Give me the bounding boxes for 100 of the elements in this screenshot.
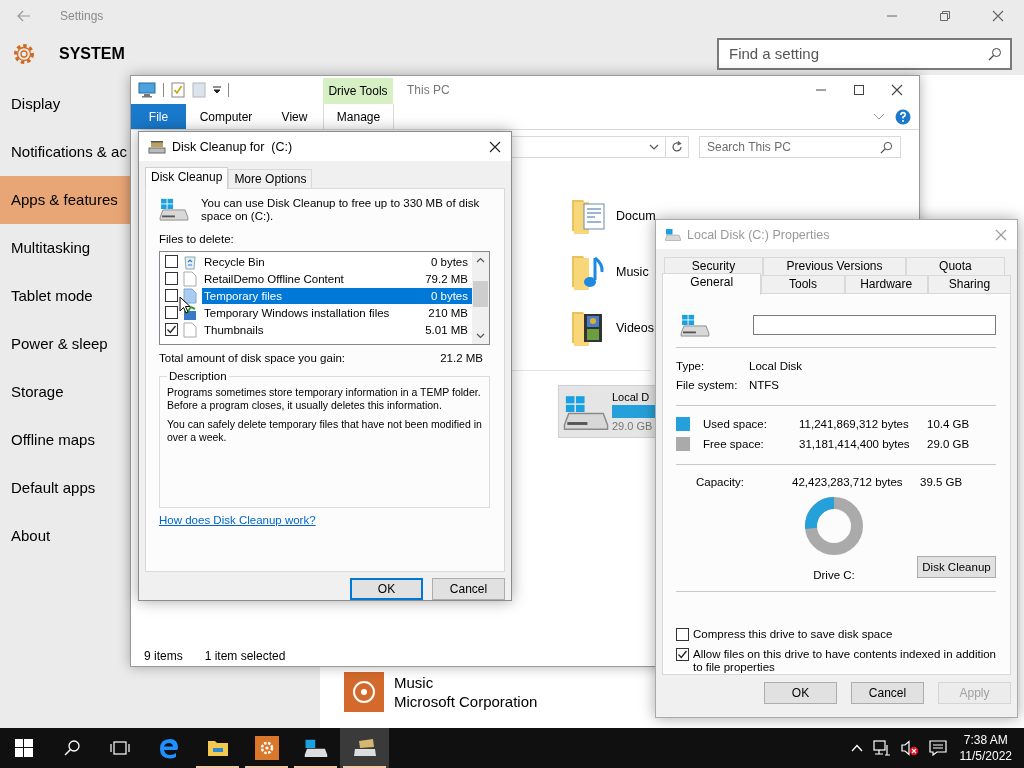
window-title: This PC [407, 83, 450, 97]
description-text: You can safely delete temporary files that have not been modified in over a week. [167, 418, 482, 444]
checkbox[interactable] [165, 289, 178, 302]
scrollbar[interactable] [472, 252, 489, 344]
nav-item[interactable]: Multitasking [0, 224, 130, 272]
nav-item[interactable]: Display [0, 80, 130, 128]
window-title: Settings [60, 9, 104, 23]
checkbox[interactable] [676, 648, 689, 662]
folder-icon [206, 739, 229, 757]
nav-item[interactable]: Default apps [0, 464, 130, 512]
nav-item[interactable]: Notifications & ac [0, 128, 130, 176]
dialog-title: Disk Cleanup for (C:) [172, 139, 293, 154]
windows-logo-icon [15, 739, 33, 757]
folder-name[interactable]: Music [616, 265, 649, 279]
list-item[interactable]: Thumbnails 5.01 MB [202, 321, 472, 338]
tab[interactable]: Sharing [927, 275, 1011, 293]
capacity-label: Capacity: [696, 476, 745, 489]
disk-cleanup-button[interactable]: Disk Cleanup [917, 556, 996, 579]
recycle-bin-icon [183, 253, 197, 270]
tab[interactable]: Quota [905, 257, 1005, 275]
close-icon[interactable] [489, 140, 501, 153]
help-icon[interactable] [895, 108, 911, 125]
dialog-button[interactable]: Cancel [432, 578, 505, 600]
drive-icon [159, 197, 189, 221]
checkbox[interactable] [165, 272, 178, 285]
checkbox[interactable] [676, 628, 689, 642]
checkbox[interactable] [165, 255, 178, 268]
total-label: Total amount of disk space you gain: [159, 352, 346, 364]
option-label: Compress this drive to save disk space [693, 628, 893, 642]
search-icon [64, 740, 80, 756]
tab[interactable]: Tools [761, 275, 845, 293]
list-item[interactable]: Temporary files 0 bytes [202, 287, 472, 304]
app-publisher: Microsoft Corporation [394, 693, 538, 710]
maximize-icon[interactable] [853, 84, 865, 96]
folder-name[interactable]: Docum [616, 209, 656, 223]
nav-item[interactable]: About [0, 512, 130, 560]
intro-text: You can use Disk Cleanup to free up to 330 MB of disk space on (C:). [201, 197, 481, 223]
mouse-cursor-icon [179, 296, 191, 314]
capacity-bytes: 42,423,283,712 bytes [792, 476, 904, 489]
file-tab[interactable]: File [131, 104, 186, 129]
section-title: SYSTEM [59, 44, 125, 63]
tab[interactable]: Hardware [844, 275, 928, 293]
nav-item[interactable]: Tablet mode [0, 272, 130, 320]
music-app-icon [344, 672, 384, 712]
list-item[interactable]: Recycle Bin 0 bytes [202, 253, 472, 270]
space-bytes: 31,181,414,400 bytes [799, 437, 911, 450]
option-label: Allow files on this drive to have contents indexed in addition to file properties [693, 648, 996, 675]
close-icon[interactable] [891, 84, 903, 96]
space-size: 29.0 GB [927, 437, 970, 450]
files-label: Files to delete: [159, 233, 235, 245]
list-item[interactable]: Temporary Windows installation files 210 MB [202, 304, 472, 321]
nav-item[interactable]: Apps & features [0, 176, 130, 224]
field-value: NTFS [749, 379, 780, 392]
help-link[interactable]: How does Disk Cleanup work? [159, 514, 316, 526]
drive-name: Local D [612, 391, 651, 403]
selection-count: 1 item selected [204, 649, 286, 663]
chevron-up-icon[interactable] [476, 257, 485, 263]
space-size: 10.4 GB [927, 418, 970, 430]
disk-cleanup-icon [352, 738, 377, 758]
tab[interactable]: More Options [228, 169, 313, 188]
clock[interactable]: 7:38 AM 11/5/2022 [951, 732, 1024, 764]
group-title: Description [168, 370, 228, 382]
gear-icon [254, 736, 279, 760]
ribbon-tab[interactable]: Computer [186, 104, 266, 129]
computer-icon[interactable] [138, 82, 156, 98]
refresh-button[interactable] [666, 136, 689, 158]
task-view-icon [110, 740, 130, 756]
caret-icon[interactable] [213, 86, 221, 94]
item-count: 9 items [144, 649, 183, 663]
drive-free-space: 29.0 GB [612, 420, 654, 432]
checkbox[interactable] [165, 323, 178, 336]
dialog-button[interactable]: OK [350, 578, 423, 600]
nav-item[interactable]: Power & sleep [0, 320, 130, 368]
checkbox[interactable] [165, 306, 178, 319]
folder-name[interactable]: Videos [616, 321, 654, 335]
nav-item[interactable]: Storage [0, 368, 130, 416]
search-icon [988, 46, 1002, 61]
network-icon[interactable] [872, 740, 891, 756]
dialog-button[interactable]: OK [764, 682, 837, 704]
taskbar-app[interactable] [340, 728, 389, 768]
nav-item[interactable]: Offline maps [0, 416, 130, 464]
tab[interactable]: General [662, 273, 762, 295]
refresh-icon [671, 141, 683, 153]
space-bytes: 11,241,869,312 bytes [799, 418, 910, 430]
notification-icon[interactable] [928, 740, 947, 756]
file-icon [183, 270, 197, 287]
dialog-button[interactable]: Cancel [851, 682, 924, 704]
drive-name-field[interactable] [753, 315, 996, 335]
disk-cleanup-icon [148, 139, 166, 154]
tab[interactable]: Disk Cleanup [145, 167, 229, 189]
chevron-down-icon[interactable] [649, 144, 659, 150]
speaker-icon[interactable] [900, 740, 919, 756]
search-field[interactable]: Find a setting [717, 37, 1012, 70]
chevron-down-icon[interactable] [476, 333, 485, 339]
ribbon-tab[interactable]: View [266, 104, 323, 129]
tab[interactable]: Previous Versions [763, 257, 906, 275]
capacity-size: 39.5 GB [920, 476, 963, 489]
list-item[interactable]: RetailDemo Offline Content 79.2 MB [202, 270, 472, 287]
restore-icon[interactable] [939, 10, 951, 22]
search-icon [880, 141, 893, 154]
